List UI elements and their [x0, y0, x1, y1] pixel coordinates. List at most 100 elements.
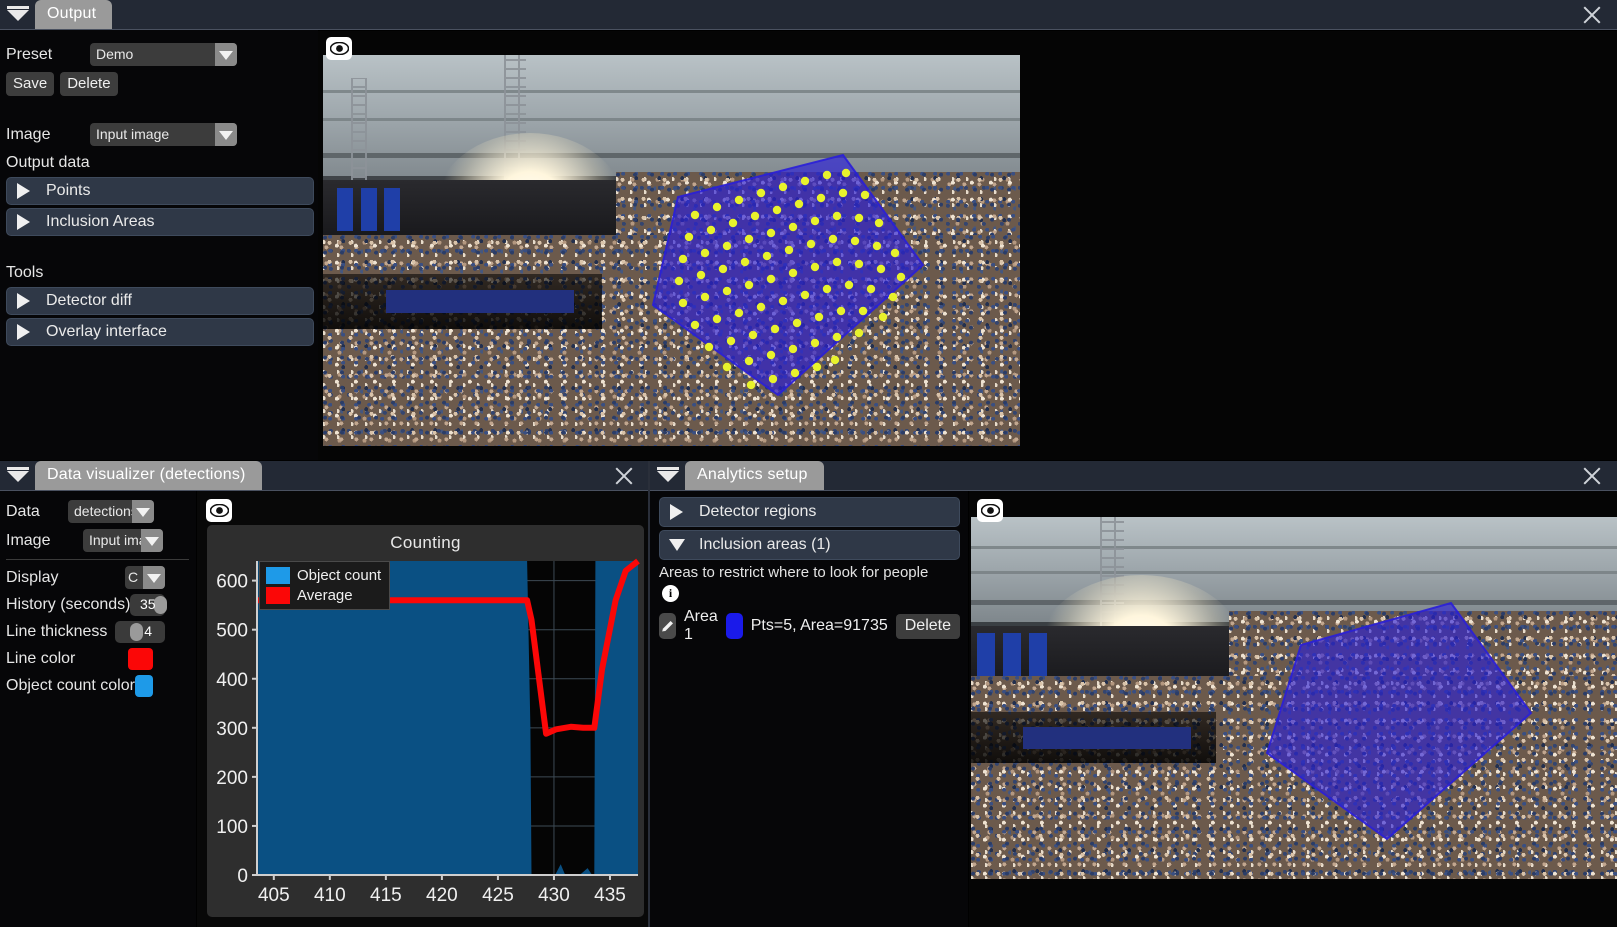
image-label: Image — [6, 125, 51, 143]
chevron-down-icon — [132, 500, 154, 523]
tool-detector-diff[interactable]: Detector diff — [6, 287, 314, 315]
preset-actions: Save Delete — [6, 72, 314, 96]
image-select[interactable]: Input image — [83, 529, 163, 552]
line-thickness-slider[interactable]: 4 — [115, 621, 165, 643]
output-sidebar: Preset Demo Save Delete Image Input imag… — [0, 30, 318, 460]
svg-text:430: 430 — [538, 885, 570, 906]
area-delete-button[interactable]: Delete — [895, 613, 960, 639]
history-label: History (seconds) — [6, 596, 131, 613]
divider — [6, 559, 189, 560]
close-icon[interactable] — [1581, 465, 1603, 487]
data-select-value: detections — [74, 503, 132, 519]
pencil-edit-icon[interactable] — [659, 613, 676, 639]
svg-text:415: 415 — [370, 885, 402, 906]
close-icon[interactable] — [1581, 4, 1603, 26]
object-count-color-swatch[interactable] — [134, 675, 153, 697]
svg-text:405: 405 — [258, 885, 290, 906]
display-label: Display — [6, 568, 59, 586]
history-row: History (seconds) 35 — [6, 594, 191, 616]
legend-item-average: Average — [266, 587, 381, 604]
chevron-right-icon — [670, 504, 683, 520]
section-points-label: Points — [46, 182, 91, 199]
data-visualizer-sidebar: Data detections Image Input image Displa… — [0, 491, 196, 927]
output-panel: Output Preset Demo Save Delete Image Inp… — [0, 0, 1617, 460]
chevron-down-icon — [215, 43, 237, 66]
tab-output[interactable]: Output — [35, 0, 113, 29]
data-visualizer-panel: Data visualizer (detections) Data detect… — [0, 461, 649, 927]
svg-text:200: 200 — [216, 768, 248, 789]
svg-text:500: 500 — [216, 621, 248, 642]
section-inclusion-areas[interactable]: Inclusion areas (1) — [659, 530, 960, 560]
collapse-triangle-icon[interactable] — [657, 471, 679, 482]
chevron-down-icon — [143, 566, 165, 589]
svg-text:400: 400 — [216, 670, 248, 691]
image-label: Image — [6, 531, 51, 549]
section-inclusion-areas[interactable]: Inclusion Areas — [6, 208, 314, 236]
area-row: Area 1 Pts=5, Area=91735 Delete — [659, 608, 960, 644]
save-button[interactable]: Save — [6, 72, 55, 96]
counting-chart: Counting 0 100 200 300 400 500 600 405 410 415 420… — [207, 525, 644, 917]
section-detector-regions[interactable]: Detector regions — [659, 497, 960, 527]
history-value: 35 — [139, 596, 156, 612]
data-label: Data — [6, 502, 40, 520]
image-select-value: Input image — [96, 126, 170, 142]
svg-text:0: 0 — [237, 866, 248, 887]
legend-label: Object count — [297, 567, 382, 584]
analytics-scene-image — [971, 517, 1617, 879]
legend-swatch — [266, 567, 290, 584]
eye-visibility-icon[interactable] — [977, 499, 1003, 522]
panel-divider[interactable] — [648, 461, 650, 927]
history-slider[interactable]: 35 — [130, 594, 168, 616]
close-icon[interactable] — [613, 465, 635, 487]
chevron-down-icon — [669, 539, 685, 551]
collapse-triangle-icon[interactable] — [7, 471, 29, 482]
line-thickness-value: 4 — [144, 623, 152, 639]
eye-visibility-icon[interactable] — [206, 499, 232, 522]
line-thickness-row: Line thickness 4 — [6, 621, 191, 643]
chevron-right-icon — [17, 214, 30, 230]
preset-label: Preset — [6, 45, 53, 63]
image-select[interactable]: Input image — [90, 123, 237, 146]
legend-item-object-count: Object count — [266, 567, 381, 584]
area-name: Area 1 — [684, 608, 718, 643]
chevron-down-icon — [215, 123, 237, 146]
svg-text:600: 600 — [216, 572, 248, 593]
section-points[interactable]: Points — [6, 177, 314, 205]
chart-title: Counting — [390, 533, 461, 552]
area-color-swatch[interactable] — [725, 613, 743, 639]
output-panel-titlebar: Output — [0, 0, 1617, 30]
output-scene-image — [323, 55, 1020, 446]
tab-analytics-setup[interactable]: Analytics setup — [685, 461, 824, 490]
display-row: Display C — [6, 566, 191, 589]
analytics-setup-titlebar: Analytics setup — [650, 461, 1617, 491]
data-select[interactable]: detections — [68, 500, 154, 523]
preset-row: Preset Demo — [6, 43, 314, 66]
line-color-swatch[interactable] — [128, 648, 153, 670]
output-image-viewer[interactable] — [318, 31, 1617, 460]
inclusion-area-overlay — [651, 153, 925, 397]
tool-overlay-interface-label: Overlay interface — [46, 323, 167, 340]
collapse-triangle-icon[interactable] — [7, 10, 29, 21]
chevron-down-icon — [141, 529, 163, 552]
eye-visibility-icon[interactable] — [326, 37, 352, 60]
tab-data-visualizer[interactable]: Data visualizer (detections) — [35, 461, 262, 490]
svg-text:425: 425 — [482, 885, 514, 906]
section-inclusion-areas-label: Inclusion Areas — [46, 213, 155, 230]
analytics-image-viewer[interactable] — [969, 491, 1617, 927]
info-icon[interactable]: i — [662, 585, 679, 602]
preset-select[interactable]: Demo — [90, 43, 237, 66]
chart-viewer: Counting 0 100 200 300 400 500 600 405 410 415 420… — [197, 491, 649, 927]
line-color-label: Line color — [6, 650, 76, 667]
chevron-right-icon — [17, 183, 30, 199]
display-select[interactable]: C — [125, 566, 165, 589]
line-color-row: Line color — [6, 648, 191, 670]
delete-button[interactable]: Delete — [60, 72, 118, 96]
object-count-color-label: Object count color — [6, 677, 135, 694]
chart-legend: Object count Average — [259, 561, 391, 610]
inclusion-areas-description: Areas to restrict where to look for peop… — [659, 564, 929, 581]
inclusion-area-overlay — [1265, 601, 1533, 841]
data-visualizer-titlebar: Data visualizer (detections) — [0, 461, 649, 491]
legend-swatch — [266, 587, 290, 604]
tool-overlay-interface[interactable]: Overlay interface — [6, 318, 314, 346]
display-select-value: C — [128, 569, 139, 585]
